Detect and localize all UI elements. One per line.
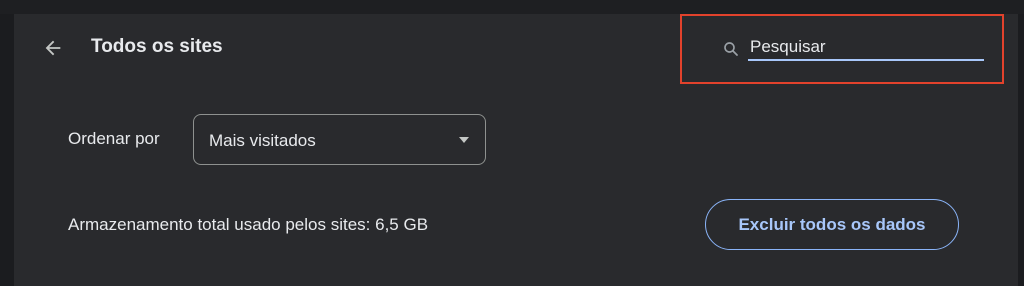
search-input[interactable] bbox=[748, 35, 984, 61]
window-top-strip bbox=[0, 0, 1024, 14]
sort-select[interactable]: Mais visitados bbox=[193, 114, 486, 165]
page-title: Todos os sites bbox=[91, 36, 223, 57]
arrow-left-icon bbox=[45, 40, 61, 56]
back-button[interactable] bbox=[40, 35, 66, 61]
sort-selected-value: Mais visitados bbox=[209, 131, 316, 150]
search-icon bbox=[724, 42, 738, 56]
sort-label: Ordenar por bbox=[68, 129, 160, 148]
clear-all-data-button[interactable]: Excluir todos os dados bbox=[705, 199, 959, 250]
search-field-highlight bbox=[680, 14, 1004, 84]
triangle-down-icon bbox=[459, 137, 469, 143]
storage-usage-text: Armazenamento total usado pelos sites: 6… bbox=[68, 215, 429, 234]
